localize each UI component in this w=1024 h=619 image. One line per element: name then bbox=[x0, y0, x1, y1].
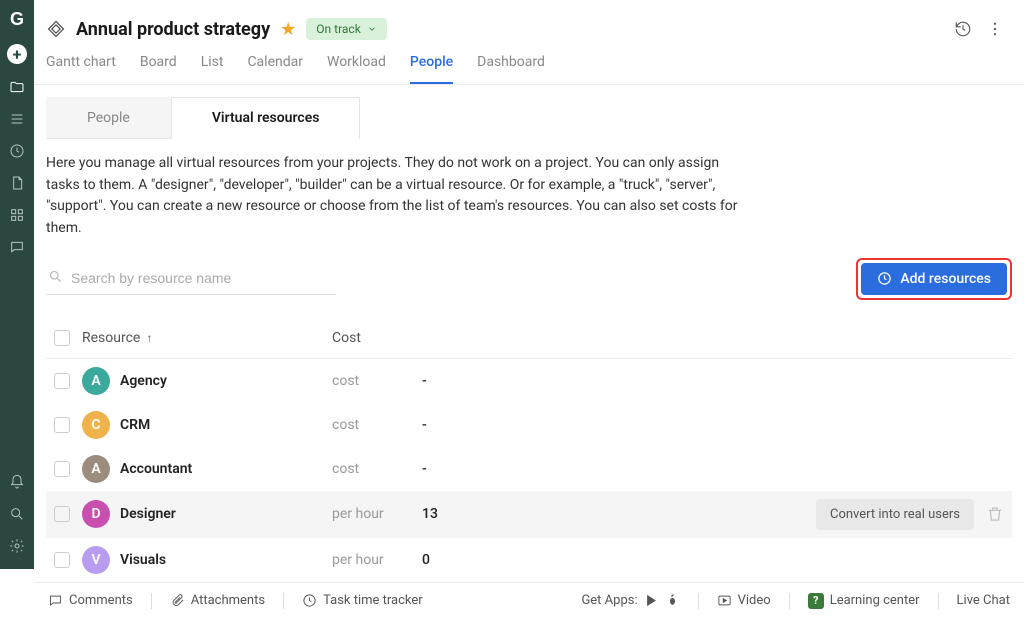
table-header: Resource ↑ Cost bbox=[46, 318, 1012, 359]
resources-table: Resource ↑ Cost A Agency cost - C CRM co… bbox=[34, 318, 1024, 582]
cost-value: 0 bbox=[422, 552, 522, 568]
table-row[interactable]: V Visuals per hour 0 bbox=[46, 538, 1012, 582]
convert-button[interactable]: Convert into real users bbox=[816, 499, 974, 530]
row-checkbox[interactable] bbox=[54, 552, 70, 568]
apple-icon[interactable] bbox=[665, 593, 680, 608]
cost-value: - bbox=[422, 461, 522, 477]
star-icon[interactable]: ★ bbox=[280, 19, 296, 40]
resource-name: Agency bbox=[120, 373, 167, 389]
column-cost[interactable]: Cost bbox=[332, 330, 422, 346]
avatar: C bbox=[82, 411, 110, 439]
row-checkbox[interactable] bbox=[54, 506, 70, 522]
add-button-label: Add resources bbox=[900, 271, 991, 287]
footer-get-apps: Get Apps: bbox=[581, 593, 679, 608]
footer: Comments Attachments Task time tracker G… bbox=[34, 582, 1024, 619]
grid-icon[interactable] bbox=[8, 206, 26, 224]
row-checkbox[interactable] bbox=[54, 461, 70, 477]
tab-dashboard[interactable]: Dashboard bbox=[477, 50, 545, 84]
resource-name: Designer bbox=[120, 506, 176, 522]
footer-attachments[interactable]: Attachments bbox=[170, 593, 265, 608]
cost-value: 13 bbox=[422, 506, 522, 522]
add-button-highlight: Add resources bbox=[856, 258, 1012, 300]
column-resource[interactable]: Resource ↑ bbox=[82, 330, 332, 346]
file-icon[interactable] bbox=[8, 174, 26, 192]
tab-gantt[interactable]: Gantt chart bbox=[46, 50, 116, 84]
avatar: D bbox=[82, 500, 110, 528]
avatar: V bbox=[82, 546, 110, 574]
chat-icon[interactable] bbox=[8, 238, 26, 256]
cost-type: cost bbox=[332, 373, 422, 389]
status-badge[interactable]: On track bbox=[306, 18, 387, 40]
search-input[interactable] bbox=[71, 270, 334, 286]
sidebar: G + bbox=[0, 0, 34, 569]
tabs: Gantt chart Board List Calendar Workload… bbox=[34, 50, 1024, 85]
tab-board[interactable]: Board bbox=[140, 50, 177, 84]
folder-icon[interactable] bbox=[8, 78, 26, 96]
help-icon: ? bbox=[808, 593, 824, 609]
footer-comments[interactable]: Comments bbox=[48, 593, 133, 608]
header: Annual product strategy ★ On track bbox=[34, 0, 1024, 50]
footer-tracker[interactable]: Task time tracker bbox=[302, 593, 423, 608]
table-row[interactable]: D Designer per hour 13 Convert into real… bbox=[46, 491, 1012, 538]
page-title: Annual product strategy bbox=[76, 19, 270, 40]
sort-arrow-icon: ↑ bbox=[146, 331, 152, 345]
row-checkbox[interactable] bbox=[54, 417, 70, 433]
description-text: Here you manage all virtual resources fr… bbox=[34, 139, 754, 258]
table-row[interactable]: A Agency cost - bbox=[46, 359, 1012, 403]
footer-video[interactable]: Video bbox=[717, 593, 771, 608]
avatar: A bbox=[82, 455, 110, 483]
row-checkbox[interactable] bbox=[54, 373, 70, 389]
tab-list[interactable]: List bbox=[201, 50, 224, 84]
footer-learning[interactable]: ? Learning center bbox=[808, 593, 920, 609]
cost-type: per hour bbox=[332, 506, 422, 522]
attachment-icon bbox=[170, 593, 185, 608]
subtab-virtual[interactable]: Virtual resources bbox=[171, 97, 361, 139]
table-row[interactable]: A Accountant cost - bbox=[46, 447, 1012, 491]
cost-type: per hour bbox=[332, 552, 422, 568]
resource-name: CRM bbox=[120, 417, 150, 433]
add-resources-button[interactable]: Add resources bbox=[861, 263, 1007, 295]
gear-icon[interactable] bbox=[8, 537, 26, 555]
resource-name: Accountant bbox=[120, 461, 192, 477]
video-icon bbox=[717, 593, 732, 608]
clock-icon[interactable] bbox=[8, 142, 26, 160]
table-row[interactable]: C CRM cost - bbox=[46, 403, 1012, 447]
cost-type: cost bbox=[332, 461, 422, 477]
tab-people[interactable]: People bbox=[410, 50, 453, 84]
comment-icon bbox=[48, 593, 63, 608]
footer-chat[interactable]: Live Chat bbox=[957, 593, 1010, 608]
resource-name: Visuals bbox=[120, 552, 166, 568]
avatar: A bbox=[82, 367, 110, 395]
subtab-people[interactable]: People bbox=[46, 97, 171, 139]
list-icon[interactable] bbox=[8, 110, 26, 128]
trash-icon[interactable] bbox=[986, 505, 1004, 523]
clock-small-icon bbox=[877, 271, 892, 286]
clock-icon bbox=[302, 593, 317, 608]
play-icon[interactable] bbox=[644, 593, 659, 608]
bell-icon[interactable] bbox=[8, 473, 26, 491]
cost-value: - bbox=[422, 373, 522, 389]
diamond-icon bbox=[46, 19, 66, 39]
select-all-checkbox[interactable] bbox=[54, 330, 70, 346]
tab-workload[interactable]: Workload bbox=[327, 50, 386, 84]
subtabs: People Virtual resources bbox=[46, 97, 1012, 139]
history-icon[interactable] bbox=[954, 20, 972, 38]
search-box bbox=[46, 263, 336, 295]
tab-calendar[interactable]: Calendar bbox=[247, 50, 303, 84]
cost-type: cost bbox=[332, 417, 422, 433]
add-icon[interactable]: + bbox=[7, 44, 27, 64]
search-icon bbox=[48, 269, 63, 288]
search-icon[interactable] bbox=[8, 505, 26, 523]
status-label: On track bbox=[316, 22, 361, 36]
toolbar: Add resources bbox=[34, 258, 1024, 318]
main-content: Annual product strategy ★ On track Gantt… bbox=[34, 0, 1024, 569]
more-icon[interactable] bbox=[986, 20, 1004, 38]
cost-value: - bbox=[422, 417, 522, 433]
app-logo[interactable]: G bbox=[6, 8, 28, 30]
chevron-down-icon bbox=[367, 24, 377, 34]
